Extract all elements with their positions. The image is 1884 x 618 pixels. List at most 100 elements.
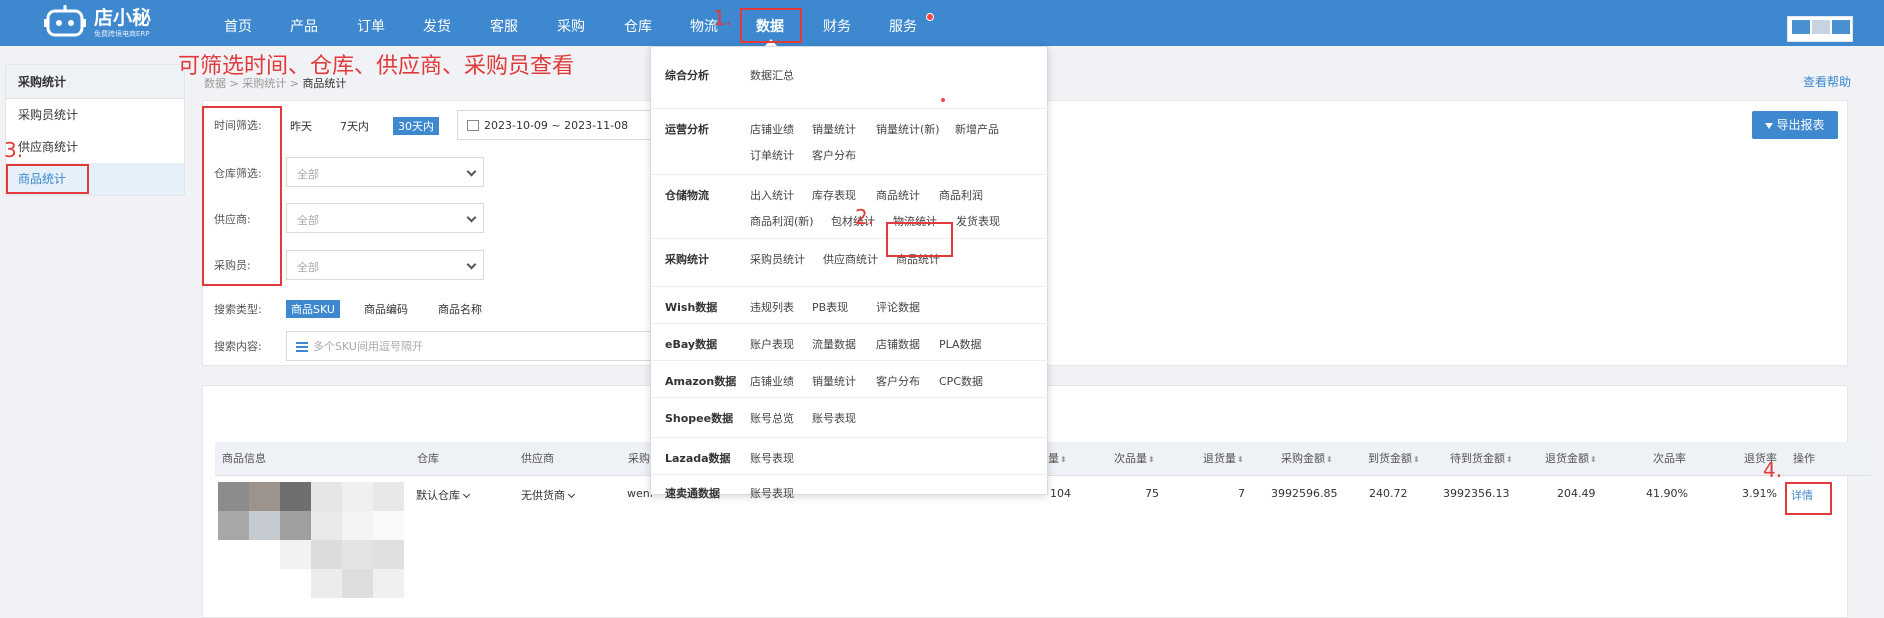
export-report-button[interactable]: 导出报表 xyxy=(1752,111,1838,139)
time-option-30days[interactable]: 30天内 xyxy=(393,117,439,135)
dd-link-data-summary[interactable]: 数据汇总 xyxy=(750,67,794,83)
dd-link-ebay-store[interactable]: 店铺数据 xyxy=(876,336,920,352)
search-type-sku[interactable]: 商品SKU xyxy=(286,300,340,318)
col-purchase-amount[interactable]: 采购金额 xyxy=(1281,442,1333,477)
row-supplier-select[interactable]: 无供货商 xyxy=(521,487,576,503)
col-supplier: 供应商 xyxy=(521,452,554,465)
chevron-down-icon xyxy=(567,490,576,499)
col-arrived-amount[interactable]: 到货金额 xyxy=(1368,442,1420,477)
dd-link-amazon-customers[interactable]: 客户分布 xyxy=(876,373,920,389)
dd-cat-lazada: Lazada数据 xyxy=(665,452,731,465)
product-thumbnail[interactable] xyxy=(218,482,404,618)
annotation-box-sidebar-item xyxy=(6,164,89,194)
dd-link-product-profit[interactable]: 商品利润 xyxy=(939,187,983,203)
buyer-select-value: 全部 xyxy=(297,261,319,274)
search-type-code[interactable]: 商品编码 xyxy=(364,301,408,317)
dd-link-buyer-stats[interactable]: 采购员统计 xyxy=(750,251,805,267)
dd-link-supplier-stats[interactable]: 供应商统计 xyxy=(823,251,878,267)
dd-link-lazada-account[interactable]: 账号表现 xyxy=(750,450,794,466)
dd-link-amazon-cpc[interactable]: CPC数据 xyxy=(939,373,983,389)
data-dropdown-menu: 综合分析 数据汇总 运营分析 店铺业绩 销量统计 销量统计(新) 新增产品 订单… xyxy=(650,46,1049,500)
export-report-label: 导出报表 xyxy=(1776,118,1825,132)
date-range-picker[interactable]: 2023-10-09 ~ 2023-11-08 xyxy=(457,110,657,140)
dd-link-product-stats-wh[interactable]: 商品统计 xyxy=(876,187,920,203)
date-range-value: 2023-10-09 ~ 2023-11-08 xyxy=(484,119,629,132)
search-input[interactable] xyxy=(313,336,653,356)
dd-link-ebay-pla[interactable]: PLA数据 xyxy=(939,336,982,352)
col-action: 操作 xyxy=(1793,452,1815,465)
notification-dot-icon xyxy=(926,13,934,21)
nav-finance[interactable]: 财务 xyxy=(823,0,851,46)
time-option-yesterday[interactable]: 昨天 xyxy=(290,118,312,134)
nav-shipping[interactable]: 发货 xyxy=(423,0,451,46)
row-qty: 104 xyxy=(1050,487,1071,500)
time-option-7days[interactable]: 7天内 xyxy=(340,118,369,134)
dd-link-shopee-overview[interactable]: 账号总览 xyxy=(750,410,794,426)
dd-link-order-stats[interactable]: 订单统计 xyxy=(750,147,794,163)
search-type-name[interactable]: 商品名称 xyxy=(438,301,482,317)
dd-cat-operations: 运营分析 xyxy=(665,123,709,136)
logo-text[interactable]: 店小秘 xyxy=(94,3,151,30)
search-type-label: 搜索类型: xyxy=(214,303,262,316)
logo-subtitle: 免费跨境电商ERP xyxy=(94,30,150,38)
dd-link-wish-reviews[interactable]: 评论数据 xyxy=(876,299,920,315)
dd-link-inventory[interactable]: 库存表现 xyxy=(812,187,856,203)
annotation-label-4: 4. xyxy=(1763,458,1783,482)
robot-logo-icon xyxy=(44,5,86,37)
dd-link-shopee-account[interactable]: 账号表现 xyxy=(812,410,856,426)
row-buyer: wenl xyxy=(627,487,653,500)
buyer-select[interactable]: 全部 xyxy=(286,250,484,280)
col-return-qty[interactable]: 退货量 xyxy=(1203,442,1244,477)
nav-orders[interactable]: 订单 xyxy=(357,0,385,46)
col-return-amount[interactable]: 退货金额 xyxy=(1545,442,1597,477)
supplier-select-value: 全部 xyxy=(297,214,319,227)
dd-link-customer-distribution[interactable]: 客户分布 xyxy=(812,147,856,163)
dd-link-aliexpress-account[interactable]: 账号表现 xyxy=(750,485,794,501)
dd-link-new-products[interactable]: 新增产品 xyxy=(955,121,999,137)
col-defect-qty[interactable]: 次品量 xyxy=(1114,442,1155,477)
annotation-box-data-nav xyxy=(740,8,802,43)
dd-link-wish-violations[interactable]: 违规列表 xyxy=(750,299,794,315)
chevron-down-icon xyxy=(466,166,477,177)
nav-warehouse[interactable]: 仓库 xyxy=(624,0,652,46)
annotation-label-2: 2. xyxy=(855,205,875,229)
col-qty[interactable]: 量 xyxy=(1048,442,1067,477)
warehouse-select[interactable]: 全部 xyxy=(286,157,484,187)
sidebar-item-supplier-stats[interactable]: 供应商统计 xyxy=(6,131,184,163)
dd-link-store-performance[interactable]: 店铺业绩 xyxy=(750,121,794,137)
nav-services[interactable]: 服务 xyxy=(889,0,917,46)
dd-link-amazon-sales[interactable]: 销量统计 xyxy=(812,373,856,389)
dd-cat-purchase-stats: 采购统计 xyxy=(665,253,709,266)
dd-link-product-profit-new[interactable]: 商品利润(新) xyxy=(750,213,814,229)
col-pending-amount[interactable]: 待到货金额 xyxy=(1450,442,1513,477)
col-product-info: 商品信息 xyxy=(222,452,266,465)
dd-link-shipping-performance[interactable]: 发货表现 xyxy=(956,213,1000,229)
dd-cat-amazon: Amazon数据 xyxy=(665,375,737,388)
dd-link-inout-stats[interactable]: 出入统计 xyxy=(750,187,794,203)
search-content-label: 搜索内容: xyxy=(214,340,262,353)
dd-link-sales-stats[interactable]: 销量统计 xyxy=(812,121,856,137)
annotation-text: 可筛选时间、仓库、供应商、采购员查看 xyxy=(178,54,575,79)
dd-link-wish-pb[interactable]: PB表现 xyxy=(812,299,848,315)
search-content-box xyxy=(286,331,666,361)
dd-link-ebay-account[interactable]: 账户表现 xyxy=(750,336,794,352)
sidebar-title: 采购统计 xyxy=(6,65,184,99)
nav-customer-service[interactable]: 客服 xyxy=(490,0,518,46)
nav-products[interactable]: 产品 xyxy=(290,0,318,46)
help-link[interactable]: 查看帮助 xyxy=(1803,73,1851,90)
dd-link-amazon-store[interactable]: 店铺业绩 xyxy=(750,373,794,389)
nav-home[interactable]: 首页 xyxy=(224,0,252,46)
row-warehouse-select[interactable]: 默认仓库 xyxy=(416,487,471,503)
user-account-avatar[interactable] xyxy=(1787,16,1853,42)
row-defect-qty: 75 xyxy=(1145,487,1159,500)
dd-link-sales-stats-new[interactable]: 销量统计(新) xyxy=(876,121,940,137)
nav-purchasing[interactable]: 采购 xyxy=(557,0,585,46)
sidebar-item-buyer-stats[interactable]: 采购员统计 xyxy=(6,99,184,131)
dd-cat-ebay: eBay数据 xyxy=(665,338,718,351)
dd-link-ebay-traffic[interactable]: 流量数据 xyxy=(812,336,856,352)
chevron-down-icon xyxy=(466,212,477,223)
supplier-select[interactable]: 全部 xyxy=(286,203,484,233)
row-return-qty: 7 xyxy=(1238,487,1245,500)
dd-cat-overview: 综合分析 xyxy=(665,69,709,82)
annotation-label-3: 3. xyxy=(4,138,24,162)
